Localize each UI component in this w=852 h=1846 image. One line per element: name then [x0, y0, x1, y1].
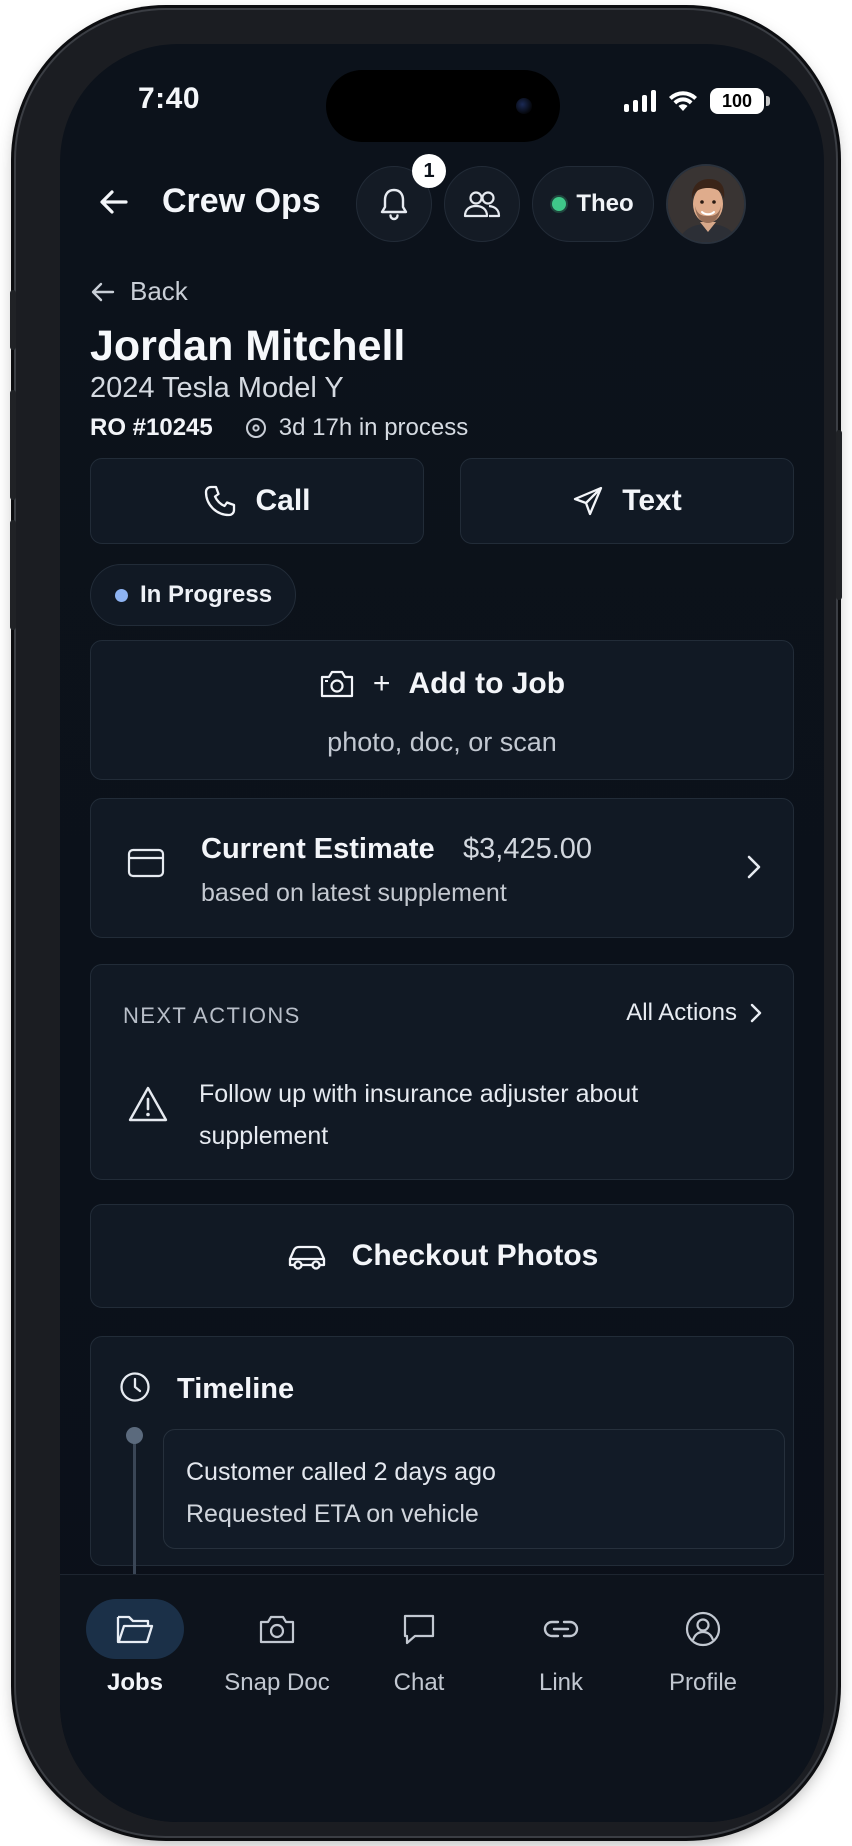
next-action-item[interactable]: Follow up with insurance adjuster about … — [199, 1073, 659, 1157]
timer-icon — [245, 417, 267, 439]
estimate-subtitle: based on latest supplement — [201, 879, 507, 907]
nav-snap-doc[interactable]: Snap Doc — [212, 1599, 342, 1709]
ro-number: RO #10245 — [90, 414, 213, 441]
all-actions-link[interactable]: All Actions — [626, 999, 763, 1027]
battery-indicator: 100 — [710, 88, 770, 114]
time-in-process: 3d 17h in process — [278, 414, 469, 441]
call-label: Call — [255, 484, 311, 517]
user-circle-icon — [654, 1599, 752, 1659]
user-status-pill[interactable]: Theo — [532, 166, 654, 242]
nav-snap-doc-label: Snap Doc — [224, 1669, 330, 1696]
timeline-entry-detail: Requested ETA on vehicle — [186, 1500, 479, 1528]
screen: 7:40 100 Crew Ops 1 Theo Back Jordan Mit… — [60, 44, 824, 1822]
nav-link[interactable]: Link — [496, 1599, 626, 1709]
phone-frame: 7:40 100 Crew Ops 1 Theo Back Jordan Mit… — [10, 10, 842, 1836]
bell-icon — [380, 188, 408, 221]
nav-chat-label: Chat — [393, 1669, 445, 1696]
online-status-dot — [552, 197, 567, 211]
team-button[interactable] — [444, 166, 520, 242]
timeline-entry-title: Customer called 2 days ago — [186, 1458, 496, 1486]
app-title: Crew Ops — [162, 182, 321, 220]
next-actions-heading: NEXT ACTIONS — [123, 1003, 301, 1028]
power-button — [836, 430, 842, 600]
plus-icon: + — [372, 667, 391, 700]
volume-down-button — [10, 520, 16, 630]
add-to-job-title-row: + Add to Job — [91, 667, 793, 701]
nav-link-label: Link — [538, 1669, 584, 1696]
chevron-right-icon — [747, 855, 761, 879]
call-button[interactable]: Call — [90, 458, 424, 544]
notification-badge: 1 — [412, 154, 446, 188]
add-to-job-title: Add to Job — [408, 667, 566, 700]
vehicle-info: 2024 Tesla Model Y — [90, 372, 344, 404]
warning-icon — [128, 1086, 168, 1122]
avatar[interactable] — [666, 164, 746, 244]
nav-profile-label: Profile — [668, 1669, 738, 1696]
car-icon — [288, 1245, 325, 1270]
nav-jobs[interactable]: Jobs — [70, 1599, 200, 1709]
chat-icon — [370, 1599, 468, 1659]
repair-order-row: RO #10245 3d 17h in process — [90, 414, 468, 442]
add-to-job-card[interactable]: + Add to Job photo, doc, or scan — [90, 640, 794, 780]
estimate-card[interactable]: Current Estimate $3,425.00 based on late… — [90, 798, 794, 938]
send-icon — [574, 486, 603, 516]
nav-jobs-label: Jobs — [106, 1669, 163, 1696]
camera-icon — [228, 1599, 326, 1659]
dynamic-island — [326, 70, 560, 142]
status-label: In Progress — [140, 581, 273, 608]
back-arrow-icon[interactable] — [96, 184, 132, 220]
text-label: Text — [622, 484, 682, 517]
avatar-portrait — [668, 166, 744, 242]
checkout-label: Checkout Photos — [351, 1239, 599, 1272]
add-to-job-subtitle: photo, doc, or scan — [327, 727, 557, 757]
back-link[interactable]: Back — [90, 276, 188, 307]
text-button[interactable]: Text — [460, 458, 794, 544]
wifi-icon — [669, 91, 697, 111]
estimate-label: Current Estimate — [201, 833, 435, 865]
status-dot — [115, 588, 128, 602]
status-time: 7:40 — [138, 82, 201, 115]
folder-icon — [86, 1599, 184, 1659]
users-icon — [463, 191, 501, 218]
estimate-amount: $3,425.00 — [463, 833, 593, 865]
action-button — [10, 290, 16, 350]
chevron-right-icon — [750, 1003, 762, 1023]
next-actions-card: NEXT ACTIONS All Actions Follow up with … — [90, 964, 794, 1180]
cellular-signal-icon — [624, 90, 656, 112]
bottom-nav: Jobs Snap Doc Chat Link Profile — [60, 1574, 824, 1822]
volume-up-button — [10, 390, 16, 500]
checkout-photos-button[interactable]: Checkout Photos — [90, 1204, 794, 1308]
back-arrow-icon — [91, 282, 115, 301]
timeline-title: Timeline — [177, 1373, 295, 1405]
nav-chat[interactable]: Chat — [354, 1599, 484, 1709]
back-label: Back — [130, 276, 188, 306]
all-actions-label: All Actions — [626, 999, 737, 1026]
timeline-entry[interactable]: Customer called 2 days ago Requested ETA… — [163, 1429, 785, 1549]
status-badge[interactable]: In Progress — [90, 564, 296, 626]
clock-icon — [120, 1372, 150, 1402]
timeline-card: Timeline Customer called 2 days ago Requ… — [90, 1336, 794, 1575]
app-header: Crew Ops 1 Theo — [60, 154, 824, 244]
user-name: Theo — [576, 190, 634, 217]
nav-profile[interactable]: Profile — [638, 1599, 768, 1709]
customer-name: Jordan Mitchell — [90, 322, 406, 370]
phone-icon — [205, 485, 236, 517]
link-icon — [512, 1599, 610, 1659]
status-icons: 100 — [624, 88, 770, 114]
timeline-node — [126, 1427, 143, 1444]
camera-icon — [320, 670, 354, 698]
timeline-line — [133, 1435, 136, 1575]
card-icon — [127, 848, 165, 878]
